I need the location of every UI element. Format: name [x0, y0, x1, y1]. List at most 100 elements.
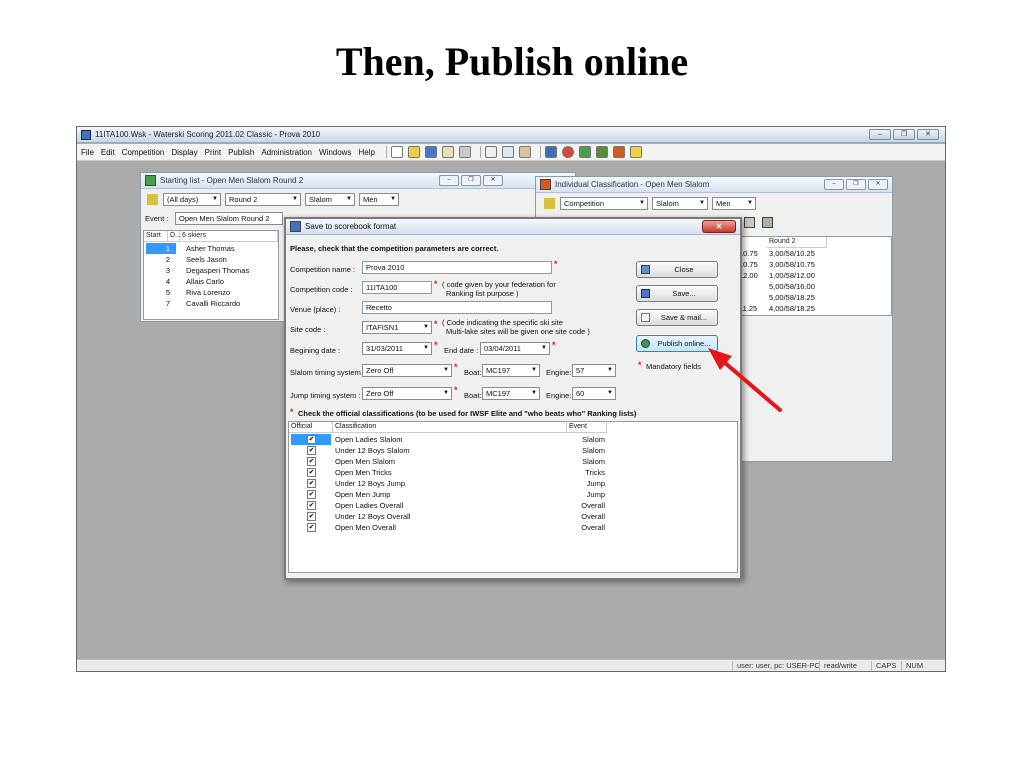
list-item[interactable]: ✔ Under 12 Boys Overall Overall	[289, 511, 609, 522]
jump-timing-select[interactable]: Zero Off ▼	[362, 387, 452, 400]
official-checkbox[interactable]: ✔	[307, 501, 316, 510]
save-button[interactable]: Save...	[636, 285, 718, 302]
menu-edit[interactable]: Edit	[101, 148, 115, 157]
podium-icon[interactable]	[612, 146, 625, 158]
child-minimize-button[interactable]: –	[824, 179, 844, 190]
print-icon[interactable]	[744, 217, 755, 228]
list-item[interactable]: ✔ Under 12 Boys Jump Jump	[289, 478, 609, 489]
close-button[interactable]: ✕	[917, 129, 939, 140]
timer-icon[interactable]	[561, 146, 574, 158]
event-select[interactable]: Slalom ▼	[652, 197, 708, 210]
competition-code-field[interactable]: 11ITA100	[362, 281, 432, 294]
starting-list-titlebar[interactable]: Starting list - Open Men Slalom Round 2 …	[141, 173, 575, 189]
slalom-engine-select[interactable]: 57 ▼	[572, 364, 616, 377]
event-select[interactable]: Slalom ▼	[305, 193, 355, 206]
table-row[interactable]: 3 Degasperi Thomas	[144, 265, 278, 276]
child-close-button[interactable]: ✕	[868, 179, 888, 190]
official-checkbox[interactable]: ✔	[307, 435, 316, 444]
slalom-timing-select[interactable]: Zero Off ▼	[362, 364, 452, 377]
list-item[interactable]: ✔ Open Men Tricks Tricks	[289, 467, 609, 478]
site-code-select[interactable]: ITAFISN1 ▼	[362, 321, 432, 334]
chart-icon[interactable]	[762, 217, 773, 228]
skier-icon[interactable]	[544, 146, 557, 158]
menu-display[interactable]: Display	[171, 148, 197, 157]
table-row[interactable]: 7 Cavalli Riccardo	[144, 298, 278, 309]
col-header-d[interactable]: D...	[168, 231, 181, 242]
table-row[interactable]: 1 Asher Thomas	[144, 243, 278, 254]
list-icon[interactable]	[441, 146, 454, 158]
results-icon[interactable]	[629, 146, 642, 158]
jump-boat-select[interactable]: MC197 ▼	[482, 387, 540, 400]
paste-icon[interactable]	[518, 146, 531, 158]
app-titlebar[interactable]: 11ITA100.Wsk - Waterski Scoring 2011.02 …	[77, 127, 945, 143]
dialog-close-button[interactable]: ✕	[702, 220, 736, 233]
menu-administration[interactable]: Administration	[261, 148, 312, 157]
minimize-button[interactable]: –	[869, 129, 891, 140]
list-item[interactable]: ✔ Open Ladies Slalom Slalom	[289, 434, 609, 445]
filter-select[interactable]: Competition ▼	[560, 197, 648, 210]
official-checkbox[interactable]: ✔	[307, 512, 316, 521]
save-icon[interactable]	[424, 146, 437, 158]
close-dialog-button[interactable]: Close	[636, 261, 718, 278]
official-checkbox[interactable]: ✔	[307, 490, 316, 499]
event-name-select[interactable]: Open Men Slalom Round 2	[175, 212, 283, 225]
mandatory-star: *	[434, 319, 438, 329]
scorebook-icon	[290, 221, 301, 232]
list-item[interactable]: ✔ Open Men Jump Jump	[289, 489, 609, 500]
official-checkbox[interactable]: ✔	[307, 479, 316, 488]
table-row[interactable]: 2 Seels Jason	[144, 254, 278, 265]
copy-icon[interactable]	[501, 146, 514, 158]
menu-print[interactable]: Print	[205, 148, 221, 157]
official-checkbox[interactable]: ✔	[307, 523, 316, 532]
menu-file[interactable]: File	[81, 148, 94, 157]
col-header-classification[interactable]: Classification	[333, 422, 567, 433]
menu-windows[interactable]: Windows	[319, 148, 351, 157]
new-document-icon[interactable]	[390, 146, 403, 158]
col-header-skiers[interactable]: 6 skiers	[180, 231, 278, 242]
begin-date-picker[interactable]: 31/03/2011 ▼	[362, 342, 432, 355]
col-header-official[interactable]: Official	[289, 422, 333, 433]
grid-icon[interactable]	[595, 146, 608, 158]
category-select[interactable]: Men ▼	[712, 197, 756, 210]
col-header-start[interactable]: Start	[144, 231, 168, 242]
table-row[interactable]: 5 Riva Lorenzo	[144, 287, 278, 298]
scores-icon[interactable]	[578, 146, 591, 158]
competition-code-label: Competition code :	[290, 285, 353, 294]
col-header-round[interactable]: Round 2	[767, 237, 827, 248]
child-close-button[interactable]: ✕	[483, 175, 503, 186]
child-minimize-button[interactable]: –	[439, 175, 459, 186]
venue-field[interactable]: Recetto	[362, 301, 552, 314]
round-select[interactable]: Round 2 ▼	[225, 193, 301, 206]
dialog-titlebar[interactable]: Save to scorebook format ✕	[286, 219, 740, 235]
print-icon[interactable]	[458, 146, 471, 158]
list-item[interactable]: ✔ Open Men Overall Overall	[289, 522, 609, 533]
table-row[interactable]: 4 Allais Carlo	[144, 276, 278, 287]
jump-engine-select[interactable]: 60 ▼	[572, 387, 616, 400]
slalom-boat-select[interactable]: MC197 ▼	[482, 364, 540, 377]
boat-label: Boat:	[464, 391, 482, 400]
competition-name-field[interactable]: Prova 2010	[362, 261, 552, 274]
days-select[interactable]: (All days) ▼	[163, 193, 221, 206]
round-value: 5,00/58/18.25	[769, 293, 815, 302]
category-select[interactable]: Men ▼	[359, 193, 399, 206]
child-restore-button[interactable]: ❐	[846, 179, 866, 190]
list-item[interactable]: ✔ Open Men Slalom Slalom	[289, 456, 609, 467]
end-date-picker[interactable]: 03/04/2011 ▼	[480, 342, 550, 355]
publish-online-button[interactable]: Publish online...	[636, 335, 718, 352]
col-header-event[interactable]: Event	[567, 422, 607, 433]
list-item[interactable]: ✔ Open Ladies Overall Overall	[289, 500, 609, 511]
individual-titlebar[interactable]: Individual Classification - Open Men Sla…	[536, 177, 892, 193]
restore-button[interactable]: ❐	[893, 129, 915, 140]
menu-help[interactable]: Help	[358, 148, 374, 157]
starting-list-table: Start D... 6 skiers 1 Asher Thomas 2 See…	[143, 230, 279, 320]
save-and-mail-button[interactable]: Save & mail...	[636, 309, 718, 326]
list-item[interactable]: ✔ Under 12 Boys Slalom Slalom	[289, 445, 609, 456]
cut-icon[interactable]	[484, 146, 497, 158]
official-checkbox[interactable]: ✔	[307, 468, 316, 477]
official-checkbox[interactable]: ✔	[307, 446, 316, 455]
official-checkbox[interactable]: ✔	[307, 457, 316, 466]
menu-publish[interactable]: Publish	[228, 148, 254, 157]
menu-competition[interactable]: Competition	[122, 148, 165, 157]
child-restore-button[interactable]: ❐	[461, 175, 481, 186]
open-folder-icon[interactable]	[407, 146, 420, 158]
